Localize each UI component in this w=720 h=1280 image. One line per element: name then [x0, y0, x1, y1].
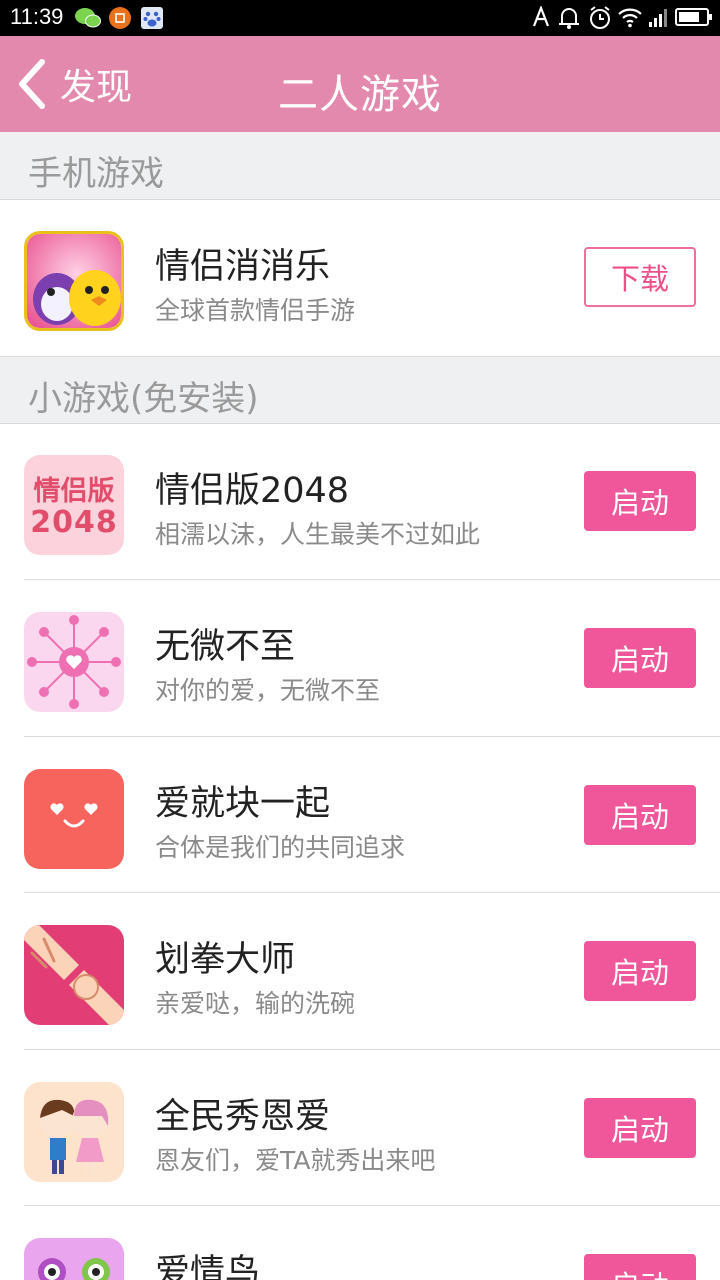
top-app-bar: 发现 二人游戏 — [0, 36, 720, 132]
app-name: 情侣版2048 — [155, 471, 350, 511]
page-title: 二人游戏 — [278, 72, 442, 118]
app-description: 恩友们，爱TA就秀出来吧 — [155, 1146, 436, 1175]
section-label: 手机游戏 — [28, 154, 164, 194]
status-bar: 11:39 — [0, 0, 720, 36]
app-name: 无微不至 — [155, 627, 296, 667]
app-description: 全球首款情侣手游 — [155, 296, 356, 325]
launch-button[interactable]: 启动 — [584, 471, 696, 531]
battery-icon — [675, 8, 712, 26]
baidu-icon — [141, 7, 163, 29]
launch-button[interactable]: 启动 — [584, 941, 696, 1001]
wechat-icon — [75, 8, 101, 28]
app-description: 合体是我们的共同追求 — [155, 833, 406, 862]
list-item[interactable]: 无微不至 对你的爱，无微不至 启动 — [0, 580, 720, 737]
app-name: 情侣消消乐 — [155, 247, 331, 287]
app-description: 对你的爱，无微不至 — [155, 676, 381, 705]
launch-button[interactable]: 启动 — [584, 1098, 696, 1158]
status-time: 11:39 — [10, 4, 64, 29]
section-label: 小游戏(免安装) — [28, 379, 259, 419]
cell-signal-icon — [649, 9, 667, 27]
smiley-block-icon — [24, 769, 124, 869]
love-birds-icon — [24, 1238, 124, 1280]
app-notification-icon — [109, 7, 131, 29]
launch-button[interactable]: 启动 — [584, 785, 696, 845]
app-description: 亲爱哒，输的洗碗 — [155, 989, 356, 1018]
app-name: 爱情鸟 — [155, 1253, 261, 1280]
wifi-icon — [618, 8, 642, 28]
alarm-bell-icon — [559, 8, 579, 29]
download-button[interactable]: 下载 — [584, 247, 696, 307]
couple-match-game-icon — [24, 231, 124, 331]
icon-text-line1: 情侣版 — [33, 476, 115, 507]
list-item[interactable]: 情侣版 2048 情侣版2048 相濡以沫，人生最美不过如此 启动 — [0, 424, 720, 580]
list-item[interactable]: 划拳大师 亲爱哒，输的洗碗 启动 — [0, 893, 720, 1050]
app-description: 相濡以沫，人生最美不过如此 — [155, 520, 481, 549]
kissing-couple-icon — [24, 1082, 124, 1182]
app-name: 爱就块一起 — [155, 784, 331, 824]
clock-icon — [590, 6, 610, 29]
list-item[interactable]: 全民秀恩爱 恩友们，爱TA就秀出来吧 启动 — [0, 1050, 720, 1206]
icon-text-line2: 2048 — [30, 505, 118, 540]
section-header-mini-games: 小游戏(免安装) — [0, 356, 720, 424]
list-item[interactable]: 爱情鸟 启动 — [0, 1206, 720, 1280]
rock-paper-hands-icon — [24, 925, 124, 1025]
section-header-mobile-games: 手机游戏 — [0, 132, 720, 200]
app-name: 全民秀恩爱 — [155, 1097, 331, 1137]
couple-2048-icon: 情侣版 2048 — [24, 455, 124, 555]
heart-wheel-icon — [24, 612, 124, 712]
signal-a-icon — [532, 6, 550, 27]
launch-button[interactable]: 启动 — [584, 628, 696, 688]
list-item[interactable]: 爱就块一起 合体是我们的共同追求 启动 — [0, 737, 720, 893]
app-name: 划拳大师 — [155, 940, 296, 980]
list-item[interactable]: 情侣消消乐 全球首款情侣手游 下载 — [0, 200, 720, 356]
launch-button[interactable]: 启动 — [584, 1254, 696, 1280]
